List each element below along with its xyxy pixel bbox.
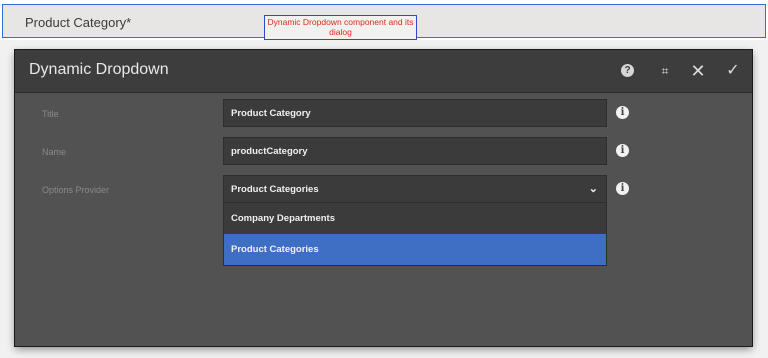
done-icon[interactable]: ✓ <box>723 61 743 81</box>
dialog-title: Dynamic Dropdown <box>29 61 169 78</box>
menu-option-company-departments[interactable]: Company Departments <box>224 203 606 234</box>
title-field[interactable]: Product Category <box>223 99 607 127</box>
options-provider-value: Product Categories <box>231 184 319 195</box>
options-provider-menu: Company Departments Product Categories <box>223 202 607 266</box>
options-provider-label: Options Provider <box>42 185 110 195</box>
name-field[interactable]: productCategory <box>223 137 607 165</box>
annotation-callout: Dynamic Dropdown component and its dialo… <box>264 15 417 40</box>
name-info-icon[interactable]: i <box>616 144 629 157</box>
options-provider-info-icon[interactable]: i <box>616 182 629 195</box>
dialog-header: Dynamic Dropdown ? ⌗ ✕ ✓ <box>15 50 752 93</box>
fullscreen-icon[interactable]: ⌗ <box>655 61 675 81</box>
close-icon[interactable]: ✕ <box>688 61 708 81</box>
title-info-icon[interactable]: i <box>616 106 629 119</box>
title-label: Title <box>42 109 59 119</box>
help-icon[interactable]: ? <box>621 64 634 77</box>
chevron-down-icon[interactable]: ⌄ <box>589 176 598 203</box>
options-provider-select[interactable]: Product Categories ⌄ <box>223 175 607 203</box>
component-label: Product Category* <box>25 15 132 30</box>
component-bar[interactable]: Product Category* Dynamic Dropdown compo… <box>2 4 766 40</box>
dynamic-dropdown-dialog: Dynamic Dropdown ? ⌗ ✕ ✓ Title Product C… <box>15 50 752 346</box>
name-label: Name <box>42 147 67 157</box>
menu-option-product-categories[interactable]: Product Categories <box>224 234 606 265</box>
